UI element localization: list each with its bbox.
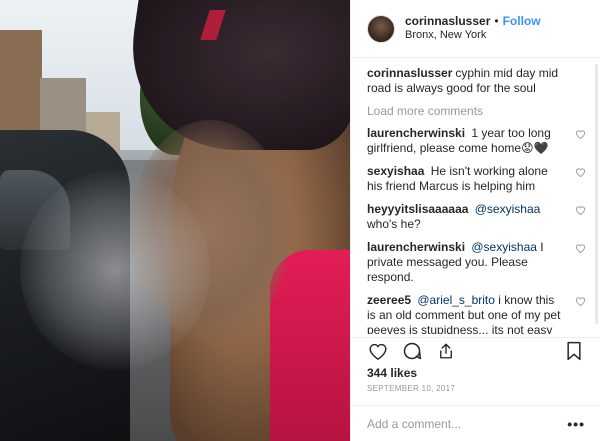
add-comment-bar: ••• — [351, 405, 600, 441]
follow-button[interactable]: Follow — [503, 14, 541, 29]
comment-mention[interactable]: @ariel_s_brito — [417, 293, 495, 307]
separator-dot: • — [494, 14, 499, 29]
bookmark-icon[interactable] — [563, 340, 585, 362]
photo-shirt — [270, 250, 350, 441]
comment-item: laurencherwinski @sexyishaa I private me… — [367, 240, 586, 285]
more-options-icon[interactable]: ••• — [567, 416, 585, 432]
header-top: corinnaslusser • Follow — [405, 14, 541, 29]
heart-icon[interactable] — [574, 204, 586, 216]
comment-text: zeeree5 @ariel_s_brito i know this is an… — [367, 293, 574, 334]
heart-icon[interactable] — [574, 242, 586, 254]
header-username[interactable]: corinnaslusser — [405, 14, 490, 29]
comment-icon[interactable] — [401, 340, 423, 362]
share-icon[interactable] — [435, 340, 457, 362]
comment-body: who's he? — [367, 217, 421, 231]
comment-mention[interactable]: @sexyishaa — [471, 240, 537, 254]
heart-icon[interactable] — [367, 340, 389, 362]
comment-username[interactable]: heyyyitslisaaaaaa — [367, 202, 472, 216]
avatar[interactable] — [367, 14, 395, 43]
comment-text: heyyyitslisaaaaaa @sexyishaa who's he? — [367, 202, 574, 232]
photo-smoke — [20, 170, 210, 370]
comment-username[interactable]: zeeree5 — [367, 293, 414, 307]
likes-count[interactable]: 344 likes — [367, 366, 417, 380]
post-photo[interactable] — [0, 0, 350, 441]
comment-item: zeeree5 @ariel_s_brito i know this is an… — [367, 293, 586, 334]
comment-mention[interactable]: @sexyishaa — [475, 202, 541, 216]
comment-item: heyyyitslisaaaaaa @sexyishaa who's he? — [367, 202, 586, 232]
heart-icon[interactable] — [574, 128, 586, 140]
post-date: SEPTEMBER 10, 2017 — [367, 384, 456, 393]
heart-icon[interactable] — [574, 166, 586, 178]
comment-username[interactable]: laurencherwinski — [367, 126, 468, 140]
scrollbar[interactable] — [595, 64, 598, 324]
caption: corinnaslusser cyphin mid day mid road is… — [367, 66, 586, 96]
comment-text: laurencherwinski 1 year too long girlfri… — [367, 126, 574, 156]
header-text: corinnaslusser • Follow Bronx, New York — [405, 14, 541, 43]
comment-text: laurencherwinski @sexyishaa I private me… — [367, 240, 574, 285]
comment-input[interactable] — [367, 416, 568, 431]
comment-item: sexyishaa He isn't working alone his fri… — [367, 164, 586, 194]
comment-item: laurencherwinski 1 year too long girlfri… — [367, 126, 586, 156]
load-more-comments-button[interactable]: Load more comments — [367, 104, 586, 118]
comment-username[interactable]: laurencherwinski — [367, 240, 468, 254]
post-side-panel: corinnaslusser • Follow Bronx, New York … — [350, 0, 600, 441]
heart-icon[interactable] — [574, 295, 586, 307]
comment-username[interactable]: sexyishaa — [367, 164, 428, 178]
comments-list[interactable]: corinnaslusser cyphin mid day mid road is… — [351, 58, 600, 334]
location-link[interactable]: Bronx, New York — [405, 29, 541, 43]
comment-text: sexyishaa He isn't working alone his fri… — [367, 164, 574, 194]
post-header: corinnaslusser • Follow Bronx, New York — [351, 0, 600, 58]
caption-username[interactable]: corinnaslusser — [367, 66, 452, 80]
action-bar — [351, 337, 600, 361]
